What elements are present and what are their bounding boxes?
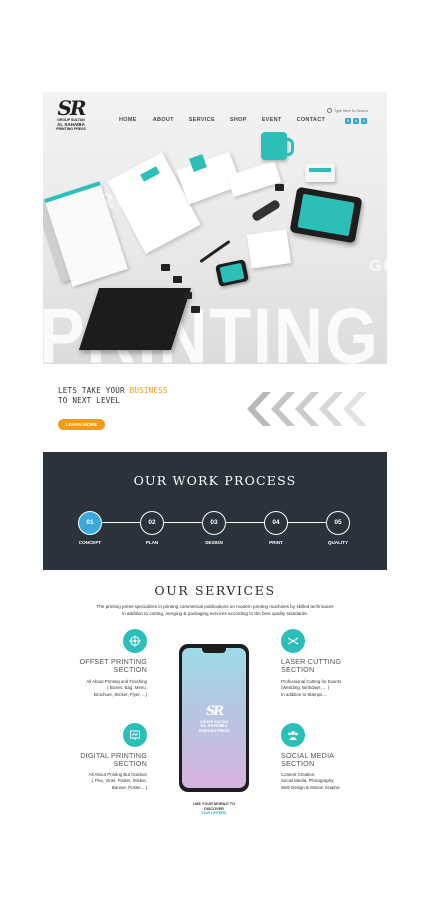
offset-printing-text: All About Printing and Finishing ( Boxes… bbox=[57, 679, 147, 698]
laser-cutting-title: LASER CUTTING SECTION bbox=[281, 658, 371, 673]
our-offers-link[interactable]: OUR OFFERS bbox=[179, 811, 249, 815]
work-process-section: OUR WORK PROCESS 01 02 03 04 05 CONCEPT … bbox=[43, 452, 387, 570]
logo-mark: SR bbox=[57, 96, 86, 120]
nav-about[interactable]: ABOUT bbox=[153, 117, 174, 123]
phone-notch bbox=[202, 648, 226, 653]
laser-text-line-3: In addition to Stamps,... bbox=[281, 691, 328, 697]
search-box[interactable]: Type Here To Search bbox=[327, 107, 375, 114]
laser-title-line-2: SECTION bbox=[281, 664, 315, 674]
social-text-line-3: Web Design & Motion Graphic bbox=[281, 784, 340, 790]
learn-more-button[interactable]: LEARN MORE bbox=[58, 419, 105, 430]
laser-cutting-text: Professional Cutting for Events (Wedding… bbox=[281, 679, 371, 698]
digital-printing-title: DIGITAL PRINTING SECTION bbox=[57, 752, 147, 767]
hero-banner: PRINTING PRESS G PRINTING GIFTS GI bbox=[43, 92, 387, 364]
step-plan[interactable]: 02 bbox=[140, 511, 164, 535]
search-icon bbox=[327, 108, 332, 113]
digital-title-line-2: SECTION bbox=[113, 758, 147, 768]
services-desc-line-1: The printing press specializes in printi… bbox=[96, 604, 334, 609]
phone-mockup: SR GROUP SULTAN AL SAHAIBA PRINTING PRES… bbox=[179, 644, 249, 792]
step-label-plan: PLAN bbox=[145, 540, 159, 545]
process-title: OUR WORK PROCESS bbox=[133, 473, 297, 488]
social-media-icon bbox=[281, 723, 305, 747]
step-label-design: DESIGN bbox=[205, 540, 223, 545]
offset-title-line-2: SECTION bbox=[113, 664, 147, 674]
step-concept[interactable]: 01 bbox=[78, 511, 102, 535]
step-print[interactable]: 04 bbox=[264, 511, 288, 535]
step-label-print: PRINT bbox=[269, 540, 283, 545]
nav-event[interactable]: EVENT bbox=[262, 117, 282, 123]
nav-shop[interactable]: SHOP bbox=[230, 117, 247, 123]
twitter-icon[interactable]: t bbox=[353, 118, 359, 124]
offset-printing-title: OFFSET PRINTING SECTION bbox=[57, 658, 147, 673]
step-design[interactable]: 03 bbox=[202, 511, 226, 535]
step-label-concept: CONCEPT bbox=[78, 540, 102, 545]
brand-logo[interactable]: SR GROUP SULTAN AL SAHAIBA PRINTING PRES… bbox=[55, 98, 87, 132]
services-description: The printing press specializes in printi… bbox=[71, 604, 359, 617]
step-quality[interactable]: 05 bbox=[326, 511, 350, 535]
offset-text-line-3: Brochure, Sticker, Flyer, ...) bbox=[94, 691, 147, 697]
tagline: LETS TAKE YOUR BUSINESS TO NEXT LEVEL bbox=[58, 386, 168, 406]
digital-printing-text: All About Printing But Outdoor ( Flex, V… bbox=[57, 772, 147, 791]
tagline-prefix: LETS TAKE YOUR bbox=[58, 386, 130, 395]
nav-service[interactable]: SERVICE bbox=[189, 117, 215, 123]
nav-contact[interactable]: CONTACT bbox=[297, 117, 326, 123]
tagline-line-1: LETS TAKE YOUR BUSINESS bbox=[58, 386, 168, 396]
main-nav: HOME ABOUT SERVICE SHOP EVENT CONTACT bbox=[119, 117, 325, 123]
phone-logo-line-2: AL SAHAIBA bbox=[200, 723, 228, 728]
offset-printing-icon bbox=[123, 629, 147, 653]
social-links: f t i bbox=[345, 118, 367, 124]
step-label-quality: QUALITY bbox=[327, 540, 349, 545]
hero-mockup bbox=[43, 92, 387, 364]
nav-home[interactable]: HOME bbox=[119, 117, 137, 123]
services-title: OUR SERVICES bbox=[154, 583, 276, 598]
phone-logo-mark: SR bbox=[205, 704, 224, 719]
tagline-highlight: BUSINESS bbox=[129, 386, 168, 395]
phone-screen: SR GROUP SULTAN AL SAHAIBA PRINTING PRES… bbox=[182, 648, 246, 788]
digital-text-line-3: Banner, Poster,...) bbox=[111, 784, 147, 790]
digital-printing-icon bbox=[123, 723, 147, 747]
tagline-line-2: TO NEXT LEVEL bbox=[58, 396, 121, 405]
facebook-icon[interactable]: f bbox=[345, 118, 351, 124]
social-media-text: Content Creation, Social Media, Photogra… bbox=[281, 772, 371, 791]
phone-logo-line-3: PRINTING PRESS bbox=[198, 729, 230, 733]
page-frame: PRINTING PRESS G PRINTING GIFTS GI bbox=[43, 92, 387, 825]
mobile-cta-text: USE YOUR MOBILE TO DISCOVER bbox=[179, 802, 249, 811]
social-title-line-2: SECTION bbox=[281, 758, 315, 768]
instagram-icon[interactable]: i bbox=[361, 118, 367, 124]
services-desc-line-2: in addition to cutting, merging & packag… bbox=[122, 610, 308, 616]
chevron-arrows-icon bbox=[247, 392, 367, 426]
laser-cutting-icon bbox=[281, 629, 305, 653]
logo-line-3: PRINTING PRESS bbox=[56, 127, 86, 131]
social-media-title: SOCIAL MEDIA SECTION bbox=[281, 752, 371, 767]
search-input[interactable]: Type Here To Search bbox=[334, 109, 368, 113]
